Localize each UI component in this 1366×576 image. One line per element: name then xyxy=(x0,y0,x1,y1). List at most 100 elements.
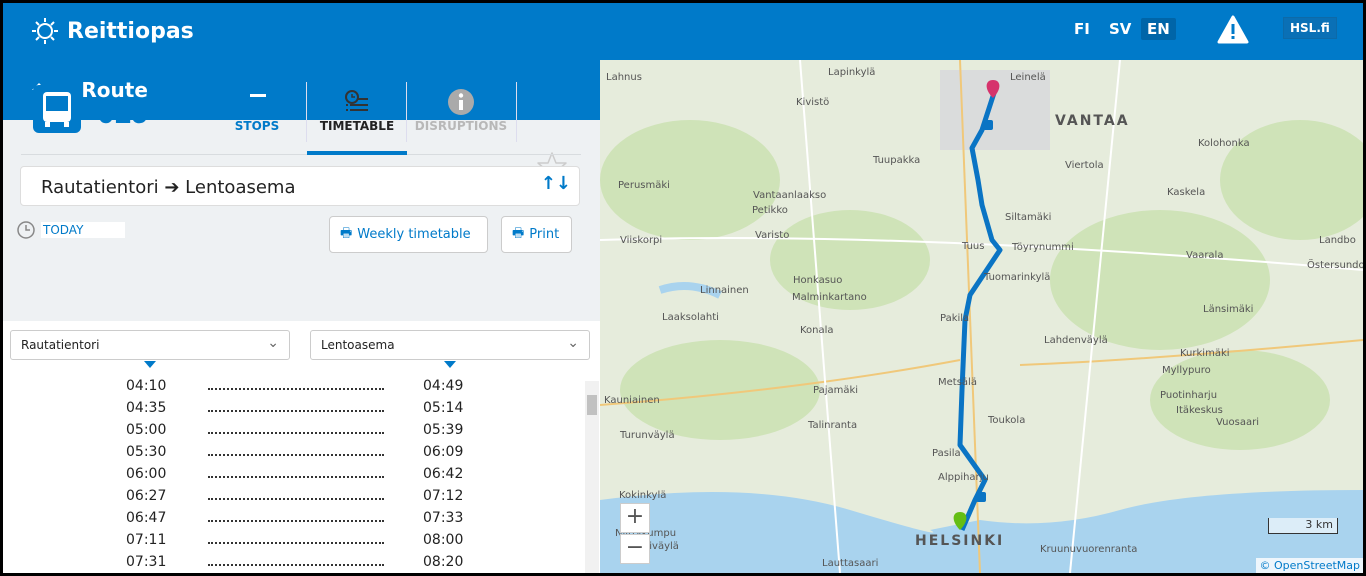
table-row: 07:31 08:20 xyxy=(3,554,583,573)
logo[interactable]: Reittiopas xyxy=(31,17,194,45)
lang-fi[interactable]: FI xyxy=(1074,20,1090,38)
sun-logo-icon xyxy=(32,18,58,44)
zoom-out-button[interactable]: − xyxy=(620,534,650,564)
map-place-label: Puotinharju xyxy=(1160,390,1218,401)
select-value: Rautatientori xyxy=(21,338,100,352)
tab-timetable[interactable]: TIMETABLE xyxy=(307,85,407,133)
dotted-leader xyxy=(208,510,384,522)
map-place-label: Itäkeskus xyxy=(1176,405,1223,416)
map-place-label: Lapinkylä xyxy=(828,67,876,78)
map-place-label: Töyrynummi xyxy=(1012,242,1074,253)
map-place-label: Vantaanlaakso xyxy=(753,190,827,201)
departure-time: 07:31 xyxy=(126,554,167,570)
select-value: Lentoasema xyxy=(321,338,395,352)
lang-sv[interactable]: SV xyxy=(1109,20,1131,38)
stop-flag-icon xyxy=(245,91,269,113)
map-place-label: Pakila xyxy=(940,313,970,324)
tab-stops[interactable]: STOPS xyxy=(207,85,307,133)
warning-icon[interactable] xyxy=(1217,15,1249,45)
map-place-label: Pajamäki xyxy=(813,385,859,396)
divider xyxy=(406,82,407,142)
bus-stop-icon xyxy=(976,492,986,502)
map-place-label: Tuus xyxy=(962,241,985,252)
to-stop-select[interactable]: Lentoasema ⌄ xyxy=(310,330,590,360)
map-place-label: Viiskorpi xyxy=(620,235,663,246)
map-place-label: Varisto xyxy=(755,230,790,241)
map-place-label: Kivistö xyxy=(796,97,830,108)
map-place-label: Lahnus xyxy=(606,72,642,83)
button-label: Weekly timetable xyxy=(357,227,471,242)
tab-label: DISRUPTIONS xyxy=(414,119,508,133)
map-scale: 3 km xyxy=(1268,518,1338,534)
dotted-leader xyxy=(208,444,384,456)
scrollbar[interactable] xyxy=(585,381,599,573)
bus-icon xyxy=(33,85,81,133)
map-place-label: Viertola xyxy=(1065,160,1104,171)
route-panel: › Route 615 STOPS TIMETABLE DISRUPTIONS … xyxy=(3,60,600,573)
map-attribution[interactable]: © OpenStreetMap xyxy=(1256,558,1363,573)
table-row: 04:35 05:14 xyxy=(3,400,583,422)
from-stop-select[interactable]: Rautatientori ⌄ xyxy=(10,330,290,360)
map-place-label: Kaskela xyxy=(1167,187,1206,198)
tab-label: STOPS xyxy=(234,119,280,133)
divider xyxy=(21,154,581,155)
arrival-time: 06:42 xyxy=(423,466,464,482)
dotted-leader xyxy=(208,400,384,412)
attribution-link[interactable]: © OpenStreetMap xyxy=(1259,559,1360,572)
direction-label: Rautatientori ➔ Lentoasema xyxy=(41,177,296,198)
map-place-label: Linnainen xyxy=(700,285,749,296)
arrival-time: 05:14 xyxy=(423,400,464,416)
swap-direction-icon[interactable]: ↑↓ xyxy=(541,173,571,194)
bus-stop-icon xyxy=(983,120,993,130)
table-row: 06:47 07:33 xyxy=(3,510,583,532)
print-button[interactable]: 🖶 Print xyxy=(501,216,572,253)
table-row: 06:00 06:42 xyxy=(3,466,583,488)
map-place-label: Honkasuo xyxy=(793,275,843,286)
weekly-timetable-button[interactable]: 🖶 Weekly timetable xyxy=(329,216,488,253)
active-tab-indicator xyxy=(307,151,407,155)
table-row: 04:10 04:49 xyxy=(3,378,583,400)
map-place-label: Landbo xyxy=(1319,235,1356,246)
printer-icon: 🖶 xyxy=(340,225,353,241)
map-place-label: Länsimäki xyxy=(1203,304,1254,315)
map-place-label: Tuupakka xyxy=(873,155,921,166)
arrival-time: 04:49 xyxy=(423,378,464,394)
table-row: 06:27 07:12 xyxy=(3,488,583,510)
pointer-icon xyxy=(444,361,456,368)
tab-label: TIMETABLE xyxy=(319,119,395,133)
timetable-list: Rautatientori ⌄ Lentoasema ⌄ 04:10 04:49 04:… xyxy=(3,321,600,573)
date-value: TODAY xyxy=(41,222,125,238)
timetable-icon xyxy=(345,90,368,111)
direction-selector[interactable]: Rautatientori ➔ Lentoasema ↑↓ xyxy=(20,166,580,206)
map[interactable]: Lahnus Lapinkylä Leinelä Kivistö VANTAA Tuupa… xyxy=(600,60,1363,573)
dotted-leader xyxy=(208,488,384,500)
arrival-time: 07:33 xyxy=(423,510,464,526)
info-icon xyxy=(448,89,474,115)
map-place-label: Vuosaari xyxy=(1216,417,1259,428)
scrollbar-thumb[interactable] xyxy=(587,395,597,415)
app-title: Reittiopas xyxy=(67,18,194,44)
dotted-leader xyxy=(208,378,384,390)
departure-time: 06:47 xyxy=(126,510,167,526)
departure-time: 06:00 xyxy=(126,466,167,482)
table-row: 05:30 06:09 xyxy=(3,444,583,466)
zoom-in-button[interactable]: + xyxy=(620,503,650,533)
map-place-label: Kruunuvuorenranta xyxy=(1040,544,1138,555)
map-place-label: Laaksolahti xyxy=(662,312,719,323)
lang-en[interactable]: EN xyxy=(1141,18,1176,40)
departure-time: 04:10 xyxy=(126,378,167,394)
map-place-label: HELSINKI xyxy=(915,533,1005,549)
map-place-label: Kauniainen xyxy=(604,395,660,406)
date-selector[interactable]: TODAY xyxy=(17,221,125,239)
dotted-leader xyxy=(208,422,384,434)
map-place-label: Vaarala xyxy=(1186,250,1224,261)
map-place-label: Kokinkylä xyxy=(619,490,667,501)
map-place-label: Alppiharju xyxy=(938,472,989,483)
table-row: 07:11 08:00 xyxy=(3,532,583,554)
map-place-label: Östersundom xyxy=(1307,260,1363,271)
hsl-link[interactable]: HSL.fi xyxy=(1283,17,1337,39)
map-place-label: Turunväylä xyxy=(620,430,675,441)
departure-time: 06:27 xyxy=(126,488,167,504)
tab-disruptions[interactable]: DISRUPTIONS xyxy=(411,85,511,133)
dotted-leader xyxy=(208,466,384,478)
